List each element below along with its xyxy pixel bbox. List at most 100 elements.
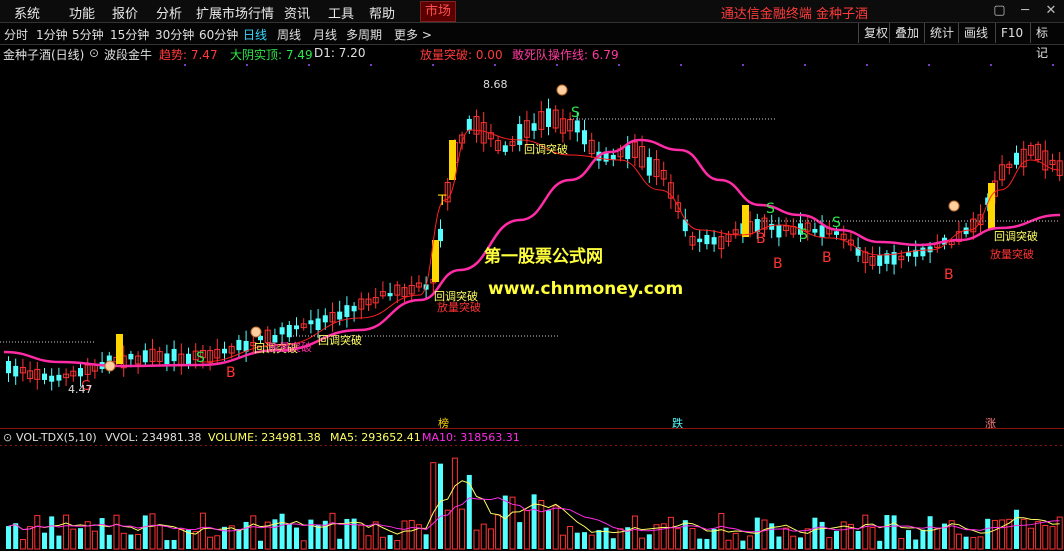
vol-bar-down xyxy=(387,535,393,549)
sell-signal-4: S xyxy=(799,227,808,243)
watermark-url: www.chnmoney.com xyxy=(488,279,683,299)
candle-down xyxy=(279,327,285,335)
vol-bar-up xyxy=(567,526,574,550)
vol-bar-up xyxy=(747,535,754,550)
vol-bar-up xyxy=(199,512,206,550)
vol-bar-down xyxy=(13,523,19,549)
candle-down xyxy=(78,368,83,377)
vol-bar-down xyxy=(855,530,861,549)
top-dot xyxy=(308,64,310,66)
vol-bar-up xyxy=(689,527,696,550)
hand-marker-icon-2 xyxy=(556,84,568,96)
candle-down xyxy=(769,223,775,230)
vol-bar-down xyxy=(697,538,703,549)
vol-bar-down xyxy=(985,518,991,549)
candle-down xyxy=(438,228,443,242)
vol-bar-down xyxy=(438,463,443,549)
buy-signal-1: B xyxy=(226,365,236,381)
vol-bar-down xyxy=(963,536,969,549)
vol-bar-up xyxy=(1020,518,1027,550)
event-tag-a[interactable]: 榜 xyxy=(438,416,449,430)
vol-bar-down xyxy=(812,517,818,549)
candle-down xyxy=(186,353,191,365)
event-tag-c[interactable]: 涨 xyxy=(985,417,996,430)
candle-down xyxy=(920,247,926,257)
signal-bar-4 xyxy=(988,183,995,229)
vol-bar-up xyxy=(934,528,941,550)
price-chart[interactable]: 回调突破回调突破放量突破回调突破放量突破回调突破回调突破放量突破BBB BBSSS… xyxy=(0,0,1064,551)
vol-bar-down xyxy=(704,538,710,549)
vol-bar-up xyxy=(430,462,437,550)
candle-down xyxy=(351,305,357,312)
event-tag-b[interactable]: 跌 xyxy=(672,416,683,430)
vol-bar-down xyxy=(236,528,242,549)
pullback-label-5: 回调突破 xyxy=(994,229,1038,243)
vol-bar-up xyxy=(718,513,725,550)
vol-panel-icon[interactable]: ⊙ xyxy=(3,431,12,444)
vol-bar-up xyxy=(91,530,98,550)
vol-bar-down xyxy=(308,519,314,549)
vvol-value: VVOL: 234981.38 xyxy=(105,431,202,444)
candle-down xyxy=(294,325,299,330)
vol-bar-up xyxy=(214,535,221,550)
vol-bar-down xyxy=(891,515,897,549)
candle-down xyxy=(387,293,393,297)
vol-bar-up xyxy=(761,519,768,550)
candle-down xyxy=(682,219,688,232)
vol-bar-up xyxy=(991,519,998,550)
vol-bar-down xyxy=(913,539,919,549)
vol-bar-up xyxy=(135,533,142,550)
vol-bar-up xyxy=(559,534,566,550)
vol-bar-up xyxy=(300,540,307,550)
top-dot xyxy=(680,64,682,66)
vol-bar-up xyxy=(725,539,732,550)
vol-bar-down xyxy=(582,532,587,549)
top-dot xyxy=(990,64,992,66)
candle-down xyxy=(531,123,537,131)
vol-bar-up xyxy=(639,537,646,550)
vol-bar-down xyxy=(337,538,343,549)
vol-bar-up xyxy=(790,535,797,550)
vol-bar-down xyxy=(711,528,717,549)
top-dot xyxy=(742,64,744,66)
vol-bar-down xyxy=(603,527,609,549)
hand-marker-icon-1 xyxy=(250,326,262,338)
vol-title[interactable]: VOL-TDX(5,10) xyxy=(16,431,97,444)
vol-bar-up xyxy=(250,515,257,550)
candle-down xyxy=(466,118,472,131)
candle-down xyxy=(776,225,782,238)
signal-bar-0 xyxy=(116,334,123,364)
candle-down xyxy=(704,234,710,245)
vol-bar-down xyxy=(819,521,825,549)
vol-bar-down xyxy=(884,515,890,549)
vol-bar-up xyxy=(34,515,41,550)
vol-bar-down xyxy=(596,530,602,549)
vol-bar-down xyxy=(315,524,321,549)
top-dot xyxy=(618,64,620,66)
volume-value: VOLUME: 234981.38 xyxy=(208,431,321,444)
candle-down xyxy=(646,157,652,176)
vol-breakout-label-3: 放量突破 xyxy=(990,247,1034,261)
vol-bar-up xyxy=(365,535,372,550)
vol-bar-up xyxy=(207,536,214,550)
volume-bar: ⊙ VOL-TDX(5,10) VVOL: 234981.38 VOLUME: … xyxy=(0,430,1064,445)
top-dot xyxy=(370,64,372,66)
top-dot xyxy=(494,64,496,66)
top-dot xyxy=(804,64,806,66)
vol-bar-up xyxy=(329,512,336,550)
vol-bar-up xyxy=(955,533,962,550)
vol-bar-down xyxy=(798,537,803,549)
candle-down xyxy=(171,348,177,362)
candle-down xyxy=(42,373,47,380)
candle-down xyxy=(236,339,242,351)
vol-bar-up xyxy=(783,527,790,550)
top-dot xyxy=(432,64,434,66)
vol-bar-down xyxy=(877,540,883,549)
ma5-value: MA5: 293652.41 xyxy=(330,431,421,444)
vol-bar-up xyxy=(588,534,595,550)
vol-bar-up xyxy=(480,523,487,550)
vol-bar-down xyxy=(99,518,105,549)
vol-bar-up xyxy=(379,536,386,550)
vol-bar-up xyxy=(358,524,365,550)
candle-down xyxy=(582,130,587,145)
